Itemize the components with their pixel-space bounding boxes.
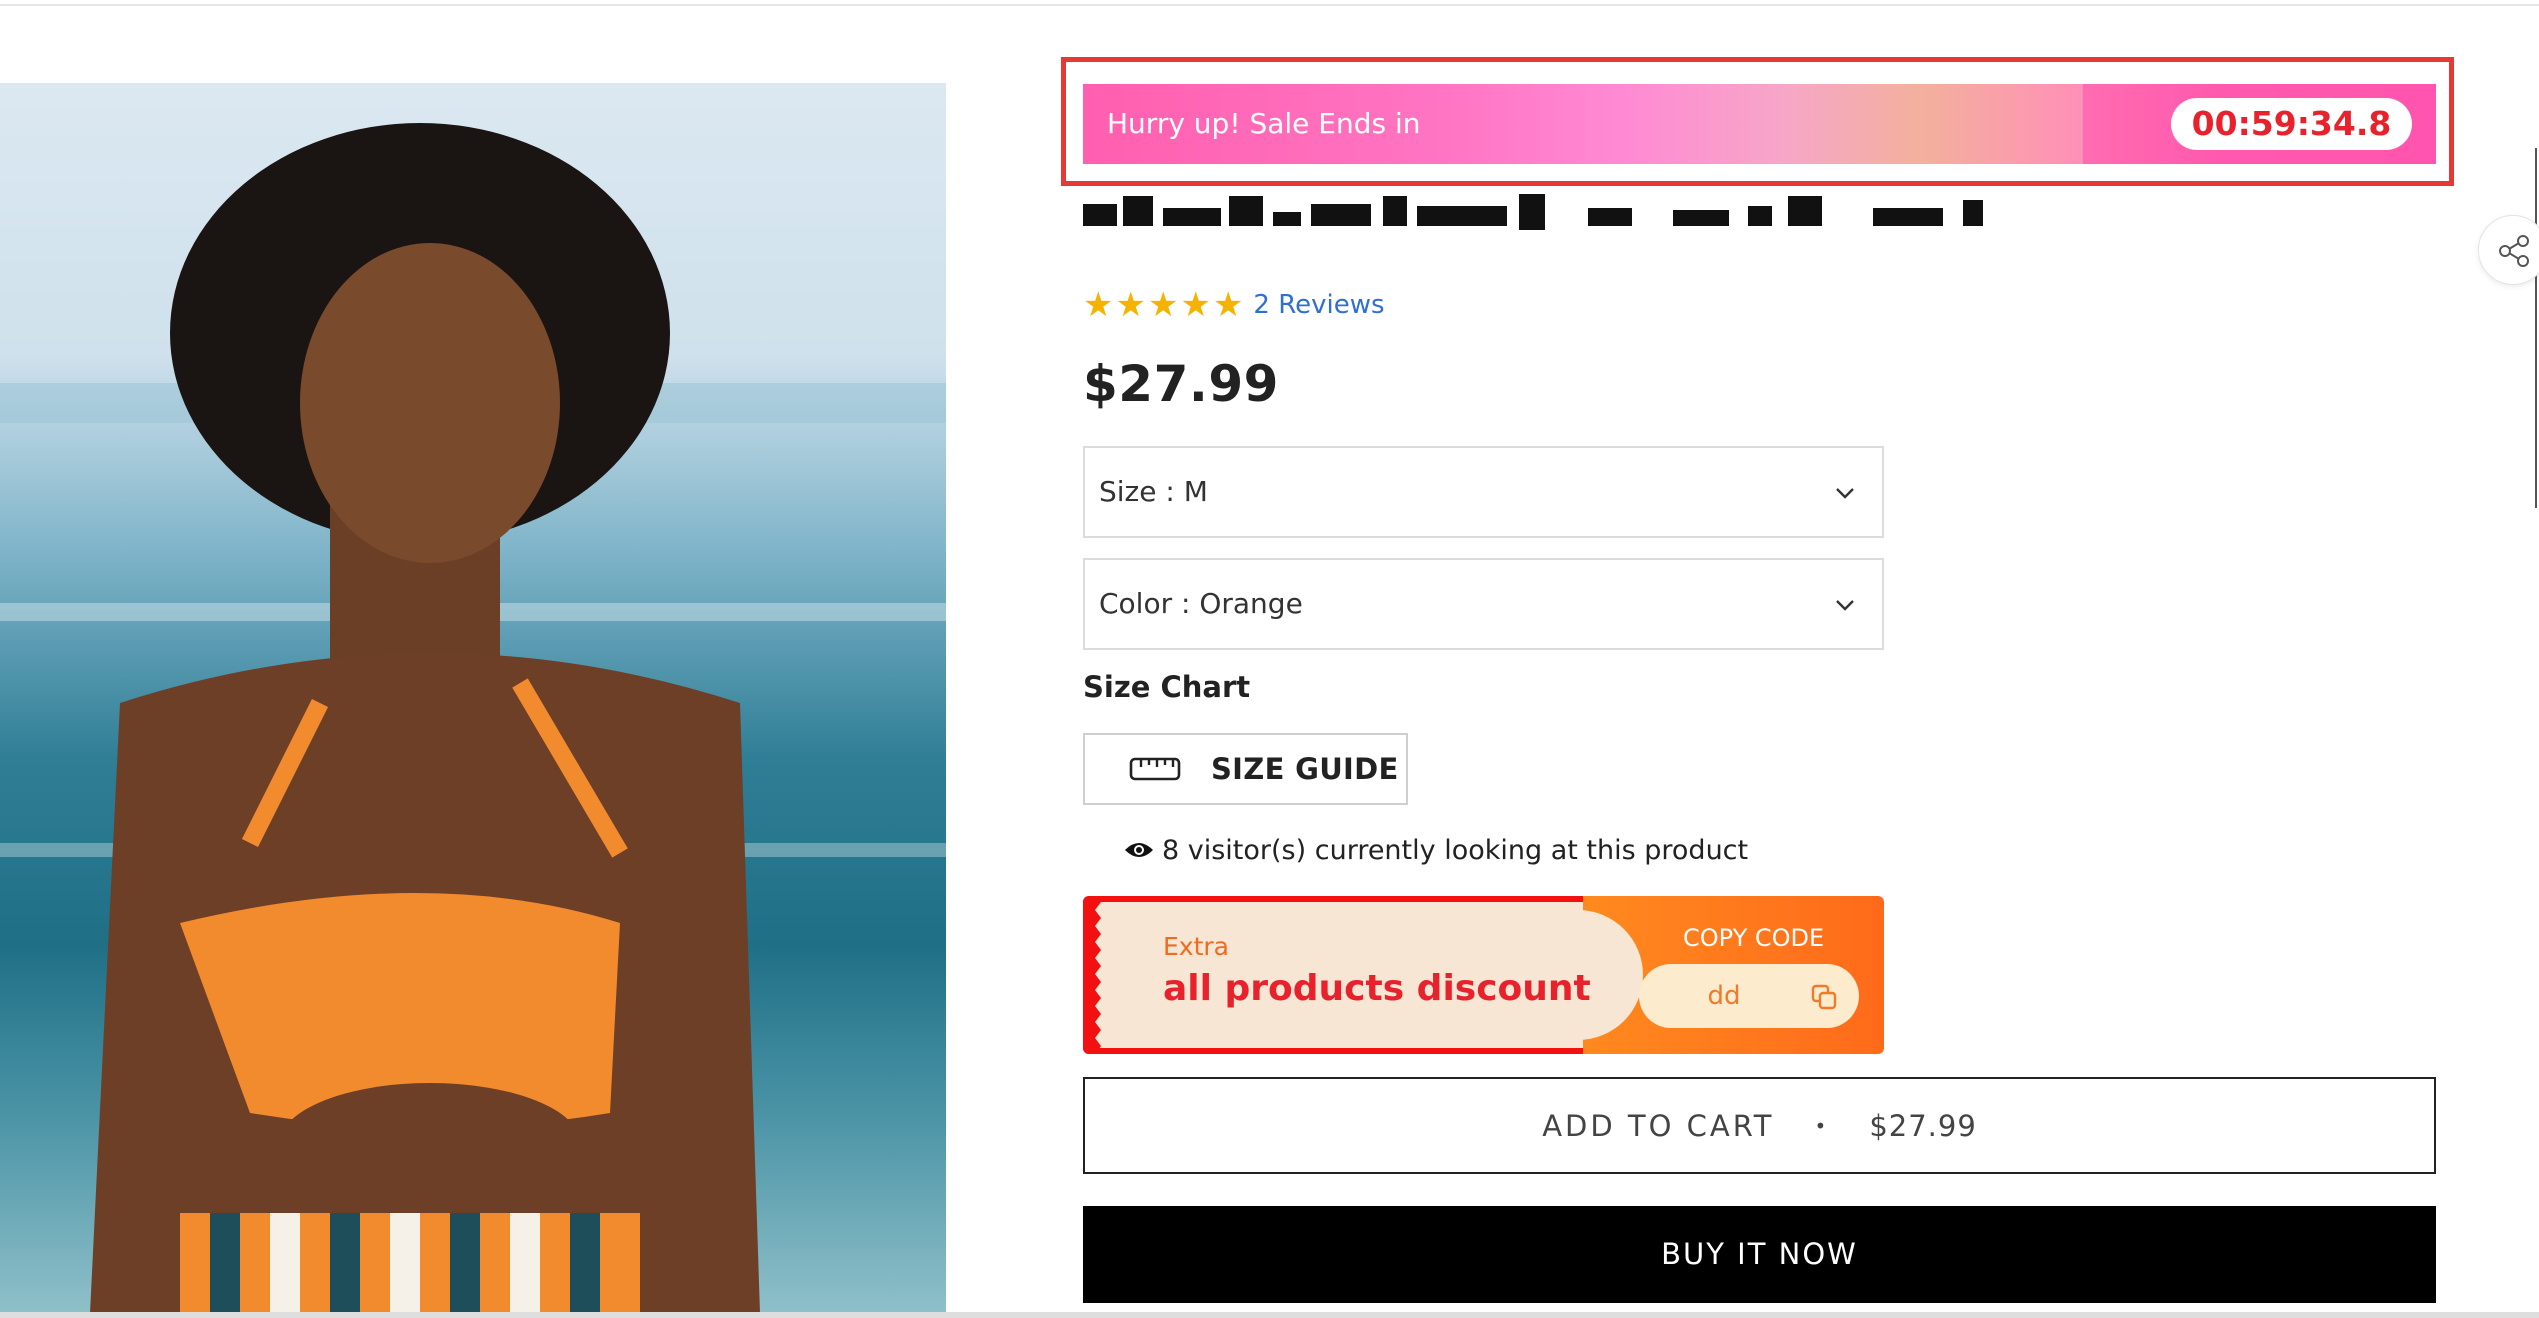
share-button[interactable]: [2478, 215, 2539, 285]
product-title: [1083, 190, 2013, 235]
copy-icon: [1811, 984, 1837, 1010]
coupon-title: all products discount: [1163, 968, 1591, 1009]
rating-stars: ★ ★ ★ ★ ★: [1083, 288, 1243, 322]
visitor-count: 8 visitor(s) currently looking at this p…: [1124, 830, 1748, 870]
size-guide-button[interactable]: SIZE GUIDE: [1083, 733, 1408, 805]
product-page: Hurry up! Sale Ends in 00:59:34.8 ★ ★ ★ …: [0, 0, 2539, 1318]
countdown-timer: 00:59:34.8: [2171, 98, 2412, 150]
top-divider: [0, 0, 2539, 6]
size-select[interactable]: Size : M: [1083, 446, 1884, 538]
share-icon: [2499, 235, 2529, 267]
copy-code-label: COPY CODE: [1683, 924, 1825, 952]
star-icon: ★: [1212, 285, 1244, 325]
color-select-label: Color : Orange: [1099, 587, 1303, 620]
bottom-divider: [0, 1312, 2539, 1318]
product-image[interactable]: [0, 83, 946, 1313]
star-icon: ★: [1180, 285, 1211, 325]
size-chart-title: Size Chart: [1083, 670, 1251, 704]
chevron-down-icon: [1836, 600, 1854, 611]
scroll-edge: [2535, 148, 2537, 508]
coupon-extra-label: Extra: [1163, 932, 1229, 961]
coupon-edge: [1089, 896, 1101, 1054]
star-icon: ★: [1115, 285, 1146, 325]
add-to-cart-label: ADD TO CART: [1542, 1108, 1775, 1143]
star-icon: ★: [1083, 285, 1114, 325]
size-select-label: Size : M: [1099, 475, 1208, 508]
add-to-cart-price: $27.99: [1869, 1108, 1977, 1143]
copy-code-button[interactable]: dd: [1639, 964, 1859, 1028]
add-to-cart-button[interactable]: ADD TO CART • $27.99: [1083, 1077, 2436, 1174]
coupon-code: dd: [1707, 981, 1741, 1011]
add-to-cart-separator: •: [1814, 1113, 1830, 1138]
reviews-link[interactable]: 2 Reviews: [1253, 290, 1384, 320]
chevron-down-icon: [1836, 488, 1854, 499]
countdown-label: Hurry up! Sale Ends in: [1107, 107, 1421, 140]
product-rating: ★ ★ ★ ★ ★ 2 Reviews: [1083, 285, 1385, 325]
buy-it-now-button[interactable]: BUY IT NOW: [1083, 1206, 2436, 1303]
color-select[interactable]: Color : Orange: [1083, 558, 1884, 650]
star-icon: ★: [1147, 285, 1179, 325]
product-price: $27.99: [1083, 355, 1279, 413]
discount-coupon: Extra all products discount COPY CODE dd: [1083, 896, 1884, 1054]
size-guide-label: SIZE GUIDE: [1211, 752, 1399, 786]
ruler-icon: [1129, 757, 1181, 781]
visitor-count-text: 8 visitor(s) currently looking at this p…: [1162, 834, 1749, 866]
eye-icon: [1125, 843, 1153, 857]
product-photo: [0, 123, 946, 1313]
sale-countdown-banner: Hurry up! Sale Ends in 00:59:34.8: [1083, 84, 2436, 164]
